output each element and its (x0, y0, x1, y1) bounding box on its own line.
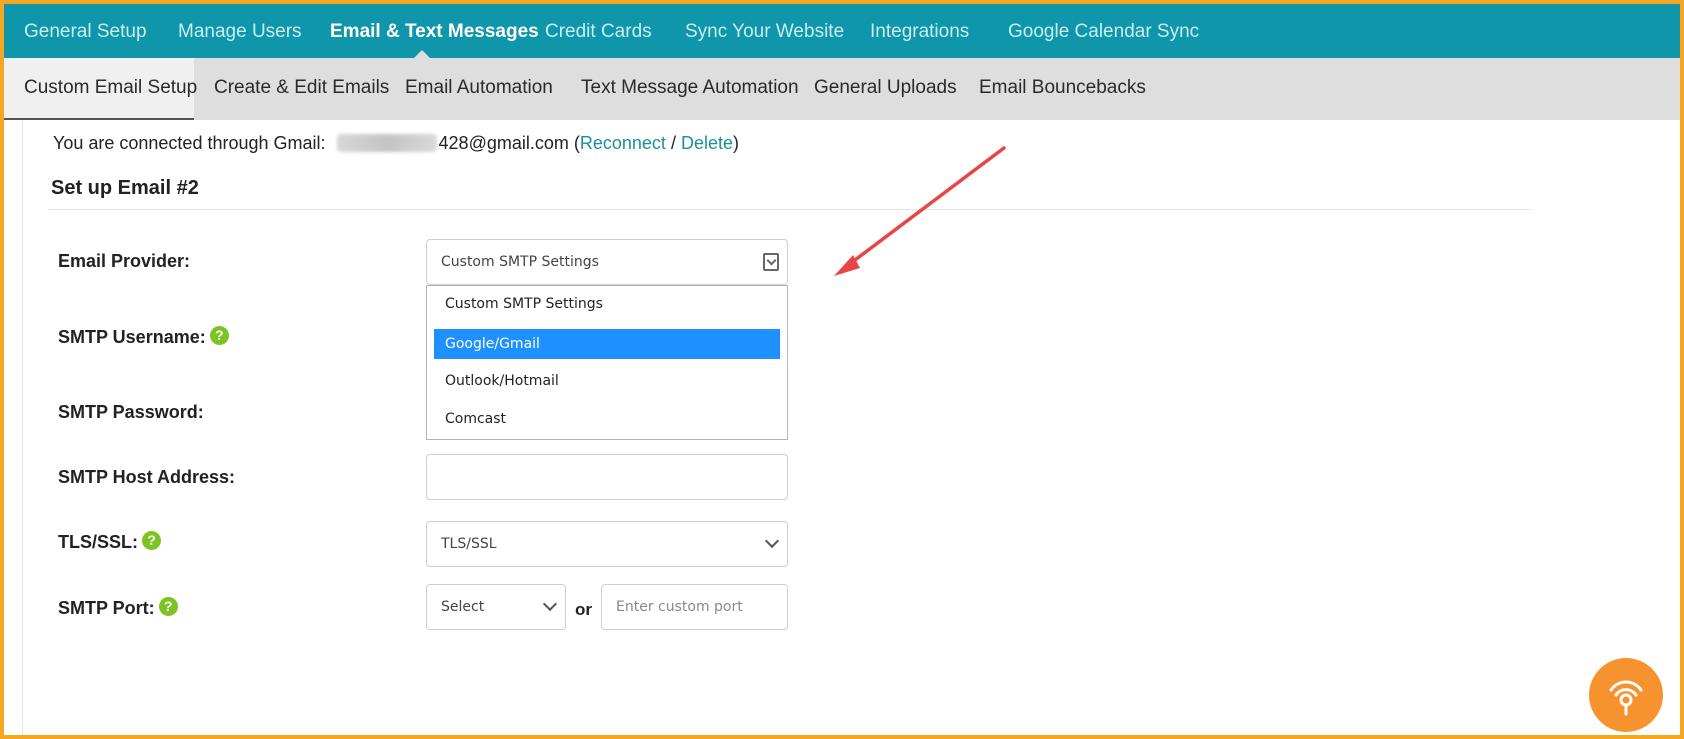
custom-port-input[interactable]: Enter custom port (601, 584, 788, 630)
top-nav: General Setup Manage Users Email & Text … (4, 4, 1680, 58)
smtp-host-label: SMTP Host Address: (58, 467, 236, 487)
connection-status: You are connected through Gmail: 428@gma… (53, 133, 739, 154)
tls-ssl-label: TLS/SSL:? (58, 531, 161, 553)
subtab-email-automation[interactable]: Email Automation (405, 58, 553, 120)
tab-manage-users[interactable]: Manage Users (178, 4, 302, 58)
smtp-username-label-text: SMTP Username: (58, 327, 206, 347)
subtab-general-uploads[interactable]: General Uploads (814, 58, 957, 120)
tab-sync-your-website[interactable]: Sync Your Website (685, 4, 844, 58)
email-provider-select[interactable]: Custom SMTP Settings (426, 239, 788, 285)
subtab-email-bouncebacks[interactable]: Email Bouncebacks (979, 58, 1146, 120)
connection-prefix: You are connected through Gmail: (53, 133, 326, 153)
smtp-username-label: SMTP Username:? (58, 326, 229, 348)
tls-ssl-label-text: TLS/SSL: (58, 532, 138, 552)
option-custom-smtp[interactable]: Custom SMTP Settings (434, 289, 780, 319)
connected-email: 428@gmail.com (438, 133, 569, 153)
email-provider-options: Custom SMTP Settings Google/Gmail Outloo… (426, 285, 788, 440)
option-google-gmail[interactable]: Google/Gmail (434, 329, 780, 359)
tab-general-setup[interactable]: General Setup (24, 4, 147, 58)
subtab-custom-email-setup[interactable]: Custom Email Setup (4, 58, 197, 120)
chat-beacon-button[interactable] (1589, 658, 1663, 732)
smtp-port-select[interactable]: Select (426, 584, 566, 630)
chevron-down-icon (764, 533, 780, 549)
option-outlook-hotmail[interactable]: Outlook/Hotmail (434, 366, 780, 396)
reconnect-link[interactable]: Reconnect (580, 133, 666, 153)
tab-email-text-messages[interactable]: Email & Text Messages (330, 4, 539, 58)
screenshot-frame: General Setup Manage Users Email & Text … (0, 0, 1684, 739)
smtp-port-select-value: Select (441, 599, 485, 615)
subtab-text-message-automation[interactable]: Text Message Automation (581, 58, 799, 120)
or-separator: or (575, 600, 592, 619)
tls-ssl-value: TLS/SSL (441, 536, 497, 552)
subtab-create-edit-emails[interactable]: Create & Edit Emails (214, 58, 389, 120)
sub-nav: Custom Email Setup Create & Edit Emails … (4, 58, 1680, 120)
smtp-port-label: SMTP Port:? (58, 597, 178, 619)
active-tab-indicator (414, 50, 430, 58)
dropdown-toggle-icon[interactable] (763, 253, 779, 271)
smtp-port-label-text: SMTP Port: (58, 598, 155, 618)
link-separator: / (670, 133, 676, 153)
question-circle-icon[interactable]: ? (158, 597, 178, 616)
tab-credit-cards[interactable]: Credit Cards (545, 4, 652, 58)
redacted-email-part (336, 134, 437, 152)
section-divider (49, 209, 1531, 210)
email-provider-label: Email Provider: (58, 251, 191, 271)
main-content: You are connected through Gmail: 428@gma… (22, 120, 1666, 735)
question-circle-icon[interactable]: ? (142, 531, 161, 550)
tls-ssl-select[interactable]: TLS/SSL (426, 521, 788, 567)
paren-close: ) (733, 133, 740, 153)
question-circle-icon[interactable]: ? (209, 326, 229, 345)
delete-link[interactable]: Delete (681, 133, 733, 153)
smtp-password-label: SMTP Password: (58, 402, 204, 422)
tab-integrations[interactable]: Integrations (870, 4, 969, 58)
option-comcast[interactable]: Comcast (434, 404, 780, 434)
chat-beacon-icon (1609, 680, 1643, 716)
chevron-down-icon (542, 596, 558, 612)
tab-google-calendar-sync[interactable]: Google Calendar Sync (1008, 4, 1199, 58)
section-title: Set up Email #2 (51, 177, 199, 199)
email-provider-value: Custom SMTP Settings (441, 254, 599, 270)
smtp-host-input[interactable] (426, 454, 788, 500)
